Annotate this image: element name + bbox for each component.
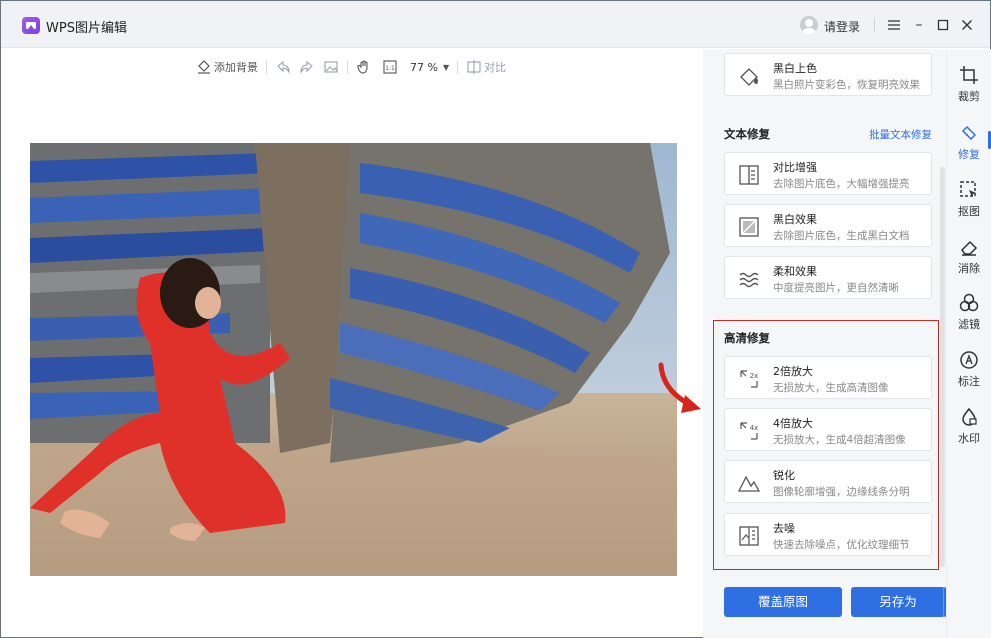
- card-title: 黑白上色: [773, 62, 817, 75]
- card-desc: 快速去除噪点，优化纹理细节: [773, 539, 910, 551]
- svg-text:2x: 2x: [750, 372, 759, 380]
- filter-icon: [959, 293, 979, 312]
- title-divider: [874, 18, 875, 33]
- card-soft-effect[interactable]: 柔和效果 中度提亮图片，更自然清晰: [724, 256, 932, 299]
- panel-scrollbar[interactable]: [940, 167, 945, 567]
- avatar-icon[interactable]: [800, 16, 818, 34]
- rail-label: 滤镜: [958, 318, 980, 331]
- close-button[interactable]: [958, 15, 976, 35]
- crop-icon: [960, 66, 978, 84]
- compare-button[interactable]: 对比: [484, 59, 506, 75]
- save-as-button[interactable]: 另存为: [851, 587, 945, 617]
- card-title: 4倍放大: [773, 417, 813, 430]
- rail-item-erase[interactable]: 消除: [947, 237, 991, 276]
- card-sharpen[interactable]: 锐化 图像轮廓增强，边缘线条分明: [724, 460, 932, 503]
- wave-icon: [739, 272, 759, 288]
- rail-label: 水印: [958, 432, 980, 445]
- compare-icon[interactable]: [466, 59, 482, 75]
- rail-item-cutout[interactable]: 抠图: [947, 180, 991, 219]
- mountain-icon: [737, 475, 761, 492]
- section-title-hd-repair: 高清修复: [724, 331, 770, 345]
- black-white-icon: [739, 217, 759, 237]
- actual-size-icon[interactable]: 1:1: [382, 59, 398, 75]
- card-desc: 无损放大，生成高清图像: [773, 382, 889, 394]
- app-logo-icon: [22, 17, 40, 34]
- card-title: 去噪: [773, 522, 795, 535]
- rail-item-repair[interactable]: 修复: [947, 123, 991, 162]
- card-upscale-2x[interactable]: 2x 2倍放大 无损放大，生成高清图像: [724, 356, 932, 399]
- card-desc: 中度提亮图片，更自然清晰: [773, 282, 899, 294]
- card-contrast-enhance[interactable]: 对比增强 去除图片底色，大幅增强提亮: [724, 152, 932, 195]
- card-title: 柔和效果: [773, 265, 817, 278]
- title-bar: WPS图片编辑 请登录 –: [1, 1, 990, 48]
- svg-text:4x: 4x: [750, 424, 759, 432]
- upscale-4x-icon: 4x: [740, 422, 759, 440]
- card-title: 对比增强: [773, 161, 817, 174]
- card-desc: 黑白照片变彩色，恢复明亮效果: [773, 79, 920, 91]
- edit-toolbar: 添加背景 1:1 77 % ▼ 对比: [196, 58, 506, 76]
- zoom-dropdown-icon[interactable]: ▼: [443, 63, 449, 72]
- rail-item-crop[interactable]: 裁剪: [947, 65, 991, 104]
- rail-label: 抠图: [958, 205, 980, 218]
- add-background-icon[interactable]: [196, 59, 212, 75]
- card-black-white[interactable]: 黑白效果 去除图片底色，生成黑白文档: [724, 204, 932, 247]
- menu-icon[interactable]: [885, 15, 903, 35]
- upscale-2x-icon: 2x: [740, 370, 759, 388]
- overwrite-original-button[interactable]: 覆盖原图: [724, 587, 842, 617]
- section-title-text-repair: 文本修复: [724, 127, 770, 141]
- undo-icon[interactable]: [275, 59, 291, 75]
- card-title: 锐化: [773, 469, 795, 482]
- card-desc: 无损放大，生成4倍超清图像: [773, 434, 906, 446]
- toolbar-divider: [347, 60, 348, 74]
- card-title: 2倍放大: [773, 365, 813, 378]
- eraser-icon: [961, 240, 978, 256]
- denoise-icon: [739, 526, 759, 546]
- rail-label: 修复: [958, 148, 980, 161]
- zoom-level[interactable]: 77 %: [410, 61, 438, 74]
- redo-icon[interactable]: [299, 59, 315, 75]
- svg-text:1:1: 1:1: [385, 65, 395, 72]
- card-colorize[interactable]: 黑白上色 黑白照片变彩色，恢复明亮效果: [724, 53, 932, 96]
- card-desc: 去除图片底色，生成黑白文档: [773, 230, 910, 242]
- hand-icon[interactable]: [356, 59, 372, 75]
- image-icon[interactable]: [323, 59, 339, 75]
- card-desc: 图像轮廓增强，边缘线条分明: [773, 486, 910, 498]
- rail-label: 标注: [958, 375, 980, 388]
- annotate-icon: [960, 351, 978, 369]
- toolbar-divider: [457, 60, 459, 74]
- minimize-button[interactable]: –: [910, 15, 928, 35]
- rail-item-watermark[interactable]: 水印: [947, 407, 991, 446]
- edited-photo: [30, 143, 677, 576]
- login-link[interactable]: 请登录: [824, 18, 860, 35]
- watermark-icon: [962, 407, 977, 426]
- add-background-button[interactable]: 添加背景: [214, 59, 258, 75]
- batch-text-repair-link[interactable]: 批量文本修复: [869, 127, 932, 142]
- app-title: WPS图片编辑: [46, 21, 127, 36]
- repair-panel: 黑白上色 黑白照片变彩色，恢复明亮效果 文本修复 批量文本修复 对比增强 去除图…: [703, 49, 946, 638]
- toolbar-divider: [266, 60, 267, 74]
- paint-bucket-icon: [740, 68, 758, 86]
- rail-item-annotate[interactable]: 标注: [947, 350, 991, 389]
- rail-label: 裁剪: [958, 90, 980, 103]
- tool-rail: 裁剪 修复 抠图 消除 滤镜 标注 水印: [946, 49, 991, 638]
- cutout-icon: [960, 181, 976, 197]
- rail-label: 消除: [958, 262, 980, 275]
- card-denoise[interactable]: 去噪 快速去除噪点，优化纹理细节: [724, 513, 932, 556]
- card-desc: 去除图片底色，大幅增强提亮: [773, 178, 910, 190]
- card-title: 黑白效果: [773, 213, 817, 226]
- app-window: WPS图片编辑 请登录 – 添加背景 1:1 77 % ▼ 对比 黑白上色 黑白…: [0, 0, 991, 638]
- contrast-icon: [739, 165, 759, 185]
- pointer-arrow-icon: [658, 362, 701, 413]
- repair-icon: [961, 125, 977, 141]
- card-upscale-4x[interactable]: 4x 4倍放大 无损放大，生成4倍超清图像: [724, 408, 932, 451]
- maximize-button[interactable]: [934, 15, 952, 35]
- rail-item-filter[interactable]: 滤镜: [947, 293, 991, 332]
